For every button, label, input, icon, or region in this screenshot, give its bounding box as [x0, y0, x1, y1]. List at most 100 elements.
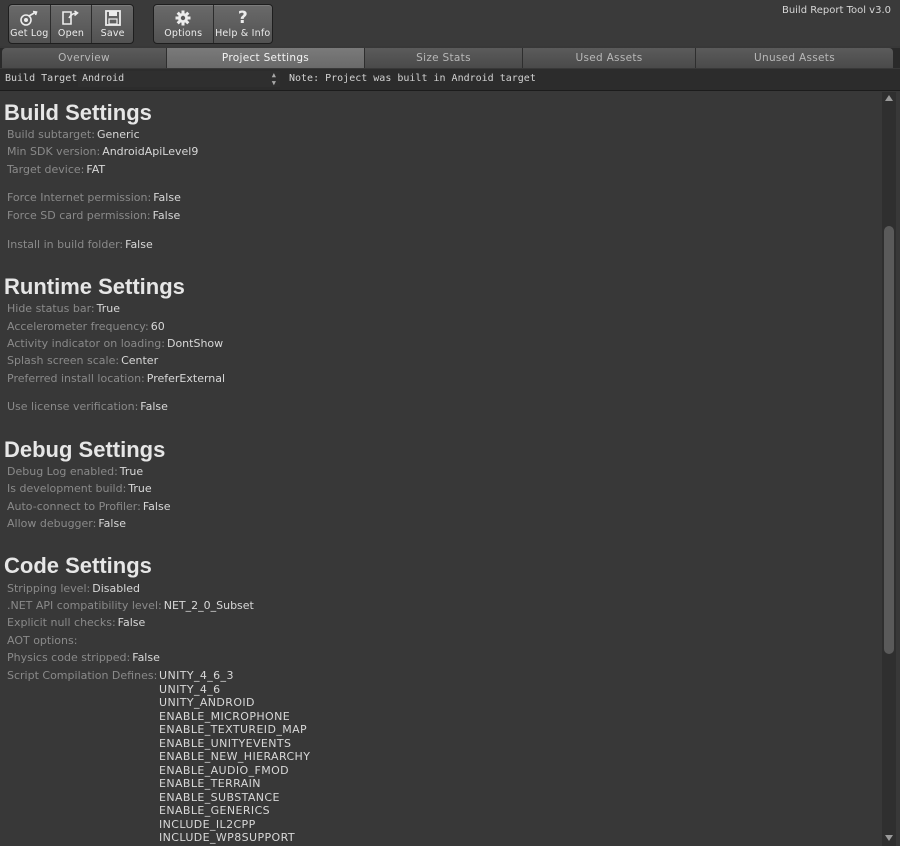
setting-value: True [128, 482, 152, 495]
build-target-note: Note: Project was built in Android targe… [289, 73, 536, 84]
define-item: INCLUDE_IL2CPP [159, 817, 256, 831]
setting-value: False [117, 616, 146, 629]
setting-value: AndroidApiLevel9 [102, 145, 199, 158]
vertical-scrollbar[interactable] [882, 92, 896, 846]
setting-row: Is development build: True [7, 482, 152, 496]
setting-label: Force SD card permission: [7, 209, 151, 222]
setting-label: Force Internet permission: [7, 191, 152, 204]
define-item: ENABLE_MICROPHONE [159, 709, 291, 723]
get-log-button[interactable]: Get Log [9, 5, 51, 43]
select-arrows-icon: ▲ ▼ [271, 71, 276, 87]
tab-overview[interactable]: Overview [2, 48, 167, 68]
options-button[interactable]: Options [154, 5, 214, 43]
setting-row: Physics code stripped: False [7, 651, 160, 665]
setting-row: Hide status bar: True [7, 302, 120, 316]
define-item: ENABLE_TEXTUREID_MAP [159, 723, 308, 736]
setting-row: Use license verification: False [7, 400, 168, 414]
toolbar: Get Log Open Save Options ? Help & Info … [0, 0, 900, 46]
save-icon [104, 9, 122, 27]
build-settings-heading: Build Settings [4, 100, 152, 125]
setting-value: DontShow [166, 337, 224, 350]
tab-size-stats[interactable]: Size Stats [365, 48, 523, 68]
setting-value: PreferExternal [146, 372, 226, 385]
setting-value: False [98, 517, 126, 530]
define-item: INCLUDE_WP8SUPPORT [159, 831, 295, 844]
setting-value: False [125, 238, 153, 251]
setting-value: False [153, 191, 181, 204]
options-label: Options [164, 28, 203, 39]
setting-label: Allow debugger: [7, 517, 97, 530]
setting-label: Accelerometer frequency: [7, 320, 149, 333]
setting-row: Min SDK version: AndroidApiLevel9 [7, 145, 198, 159]
build-target-row: Build Target: Android ▲ ▼ Note: Project w… [0, 69, 900, 91]
setting-row: Auto-connect to Profiler: False [7, 500, 170, 514]
setting-row: Splash screen scale: Center [7, 354, 158, 368]
setting-value: NET_2_0_Subset [163, 599, 254, 612]
setting-label: Physics code stripped: [7, 651, 131, 664]
open-button[interactable]: Open [51, 5, 93, 43]
get-log-label: Get Log [10, 28, 49, 39]
tab-used-assets[interactable]: Used Assets [523, 48, 696, 68]
build-target-select[interactable]: Android ▲ ▼ [78, 71, 280, 87]
version-label: Build Report Tool v3.0 [781, 5, 891, 16]
get-log-icon [19, 9, 39, 27]
define-item: ENABLE_GENERICS [159, 804, 271, 817]
setting-row: Stripping level: Disabled [7, 582, 140, 596]
setting-label: Splash screen scale: [7, 354, 120, 367]
setting-row: .NET API compatibility level: NET_2_0_Sub… [7, 599, 254, 613]
question-icon: ? [237, 7, 248, 28]
setting-label: Stripping level: [7, 582, 91, 595]
setting-label: AOT options: [7, 634, 78, 647]
setting-row: Allow debugger: False [7, 517, 126, 531]
setting-value: 60 [150, 320, 165, 333]
setting-value: Disabled [92, 582, 141, 595]
debug-settings-heading: Debug Settings [4, 437, 166, 462]
define-item: UNITY_4_6 [159, 682, 221, 696]
define-item: ENABLE_TERRAIN [159, 777, 261, 790]
setting-value: FAT [86, 163, 106, 176]
define-item: UNITY_ANDROID [159, 696, 255, 709]
setting-label: .NET API compatibility level: [7, 599, 162, 612]
setting-row: Install in build folder: False [7, 238, 153, 252]
define-item: ENABLE_UNITYEVENTS [159, 736, 292, 750]
setting-row: Debug Log enabled: True [7, 465, 143, 479]
tab-bar: Overview Project Settings Size Stats Use… [0, 48, 900, 68]
save-label: Save [100, 28, 125, 39]
settings-content: Build Settings Build subtarget: Generic M… [0, 92, 880, 846]
setting-row: Preferred install location: PreferExterna… [7, 372, 225, 386]
setting-label: Auto-connect to Profiler: [7, 500, 141, 513]
setting-value: Center [121, 354, 159, 367]
setting-label: Debug Log enabled: [7, 465, 118, 478]
open-label: Open [57, 28, 85, 39]
open-icon [61, 9, 81, 27]
define-item: UNITY_4_6_3 [159, 669, 234, 682]
file-button-group: Get Log Open Save [8, 4, 134, 44]
setting-value: False [142, 500, 171, 513]
compilation-defines-list: UNITY_4_6_3 UNITY_4_6 UNITY_ANDROID ENAB… [159, 669, 310, 845]
setting-row: Build subtarget: Generic [7, 128, 140, 142]
setting-row: Explicit null checks: False [7, 616, 145, 630]
setting-row: Force Internet permission: False [7, 191, 181, 205]
scrollbar-thumb[interactable] [884, 226, 894, 654]
setting-label: Min SDK version: [7, 145, 101, 158]
tab-unused-assets[interactable]: Unused Assets [696, 48, 893, 68]
setting-value: False [152, 209, 181, 222]
scroll-down-icon[interactable] [882, 832, 896, 844]
setting-row: Force SD card permission: False [7, 209, 180, 223]
build-target-value: Android [82, 73, 125, 84]
help-info-label: Help & Info [215, 28, 271, 39]
setting-value: Generic [96, 128, 140, 141]
help-info-button[interactable]: ? Help & Info [214, 5, 273, 43]
setting-label: Install in build folder: [7, 238, 124, 251]
setting-value: False [140, 400, 168, 413]
setting-label: Use license verification: [7, 400, 139, 413]
help-button-group: Options ? Help & Info [153, 4, 273, 44]
setting-row: Activity indicator on loading: DontShow [7, 337, 223, 351]
setting-label: Explicit null checks: [7, 616, 116, 629]
tab-project-settings[interactable]: Project Settings [167, 48, 365, 68]
setting-row: Target device: FAT [7, 163, 105, 177]
setting-value: False [132, 651, 160, 664]
scroll-up-icon[interactable] [882, 92, 896, 104]
build-target-label: Build Target: [5, 73, 84, 84]
save-button[interactable]: Save [92, 5, 133, 43]
